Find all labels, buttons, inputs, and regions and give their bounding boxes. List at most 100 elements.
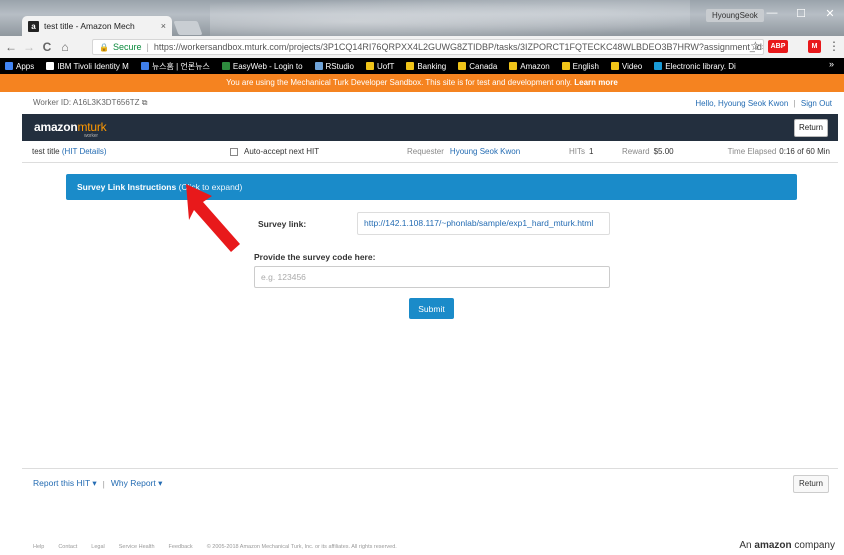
tab-close-icon[interactable]: ×	[161, 21, 166, 31]
requester: Requester Hyoung Seok Kwon	[407, 147, 521, 156]
learn-more-link[interactable]: Learn more	[574, 78, 618, 87]
bookmark-icon	[314, 62, 323, 70]
bookmark-label: Electronic library. Di	[665, 61, 736, 71]
lock-icon: 🔒	[99, 42, 109, 52]
bookmark-icon	[221, 62, 230, 70]
bookmark-label: Banking	[417, 61, 447, 71]
bookmark-item[interactable]: EasyWeb - Login to	[221, 62, 303, 71]
annotation-arrow-icon	[186, 184, 240, 252]
task-content: Survey Link Instructions (Click to expan…	[22, 163, 838, 468]
bookmark-icon	[458, 62, 467, 70]
new-tab-button[interactable]	[173, 21, 203, 35]
user-name-link[interactable]: Hyoung Seok Kwon	[718, 99, 788, 108]
bookmark-label: Amazon	[520, 61, 550, 71]
url-text: https://workersandbox.mturk.com/projects…	[153, 42, 764, 52]
bookmark-label: RStudio	[325, 61, 354, 71]
bookmark-label: Apps	[16, 61, 35, 71]
bookmark-item[interactable]: Video	[610, 61, 643, 71]
bookmark-item[interactable]: IBM Tivoli Identity M	[46, 62, 129, 71]
survey-code-input[interactable]	[254, 266, 610, 288]
reload-icon[interactable]: C	[40, 40, 54, 54]
bookmark-label: Video	[621, 61, 643, 71]
auto-accept: Auto-accept next HIT	[230, 147, 319, 156]
bookmark-label: Canada	[469, 61, 498, 71]
reward: Reward $5.00	[622, 147, 674, 156]
bookmarks-bar: Apps IBM Tivoli Identity M 뉴스홈 | 언론뉴스 EasyW…	[0, 58, 844, 74]
browser-tab[interactable]: a test title - Amazon Mech ×	[22, 16, 172, 36]
copy-icon[interactable]: ⧉	[142, 98, 148, 107]
hit-details-link[interactable]: (HIT Details)	[62, 147, 107, 156]
sandbox-banner: You are using the Mechanical Turk Develo…	[0, 74, 844, 92]
extension-m-icon[interactable]: M	[808, 40, 821, 53]
bookmark-item[interactable]: Banking	[406, 62, 446, 71]
hit-info-bar: test title (HIT Details) Auto-accept nex…	[22, 141, 838, 163]
footer-link: © 2005-2018 Amazon Mechanical Turk, Inc.…	[206, 544, 397, 550]
bookmark-label: English	[572, 61, 599, 71]
bookmark-icon	[5, 62, 13, 70]
home-icon[interactable]: ⌂	[58, 40, 72, 54]
sandbox-banner-text: You are using the Mechanical Turk Develo…	[226, 78, 572, 87]
bookmark-item[interactable]: English	[561, 61, 599, 71]
footer-link[interactable]: Legal	[91, 544, 104, 550]
auto-accept-checkbox[interactable]	[230, 147, 238, 156]
footer-link[interactable]: Contact	[58, 544, 77, 550]
amazon-company-logo: An amazon company	[739, 540, 835, 551]
return-button-top[interactable]: Return	[794, 119, 828, 137]
return-button-bottom[interactable]: Return	[793, 475, 829, 493]
greeting: Hello, Hyoung Seok Kwon | Sign Out	[695, 98, 832, 108]
forward-icon[interactable]: →	[22, 40, 36, 54]
tab-title: test title - Amazon Mech	[44, 21, 135, 31]
footer-link[interactable]: Feedback	[169, 544, 193, 550]
hit-title: test title (HIT Details)	[32, 147, 107, 156]
time-elapsed: Time Elapsed 0:16 of 60 Min	[727, 147, 830, 156]
footer-links: Help Contact Legal Service Health Feedback © …	[33, 544, 397, 550]
bookmark-icon	[561, 62, 570, 70]
instructions-title: Survey Link Instructions	[77, 182, 177, 192]
browser-menu-icon[interactable]: ⋮	[828, 39, 840, 53]
survey-code-label: Provide the survey code here:	[254, 252, 376, 262]
mturk-header: amazonmturk worker Return	[22, 114, 838, 141]
bookmark-icon	[610, 62, 619, 70]
bookmark-label: IBM Tivoli Identity M	[57, 61, 129, 71]
why-report-link[interactable]: Why Report ▾	[111, 478, 163, 489]
bookmark-item[interactable]: RStudio	[314, 61, 354, 71]
amazon-favicon-icon: a	[28, 20, 39, 32]
mturk-logo[interactable]: amazonmturk worker	[34, 120, 107, 139]
sign-out-link[interactable]: Sign Out	[801, 99, 832, 108]
survey-instructions-banner[interactable]: Survey Link Instructions (Click to expan…	[66, 174, 797, 200]
profile-button[interactable]: HyoungSeok	[706, 9, 764, 22]
back-icon[interactable]: ←	[4, 40, 18, 54]
minimize-icon[interactable]: —	[758, 3, 786, 23]
bookmark-icon	[654, 62, 663, 70]
bookmark-label: UofT	[377, 61, 395, 71]
secure-label: Secure	[112, 42, 142, 52]
close-window-icon[interactable]: ✕	[816, 3, 844, 23]
bookmark-label: 뉴스홈 | 언론뉴스	[151, 61, 210, 71]
bookmark-item[interactable]: Amazon	[509, 61, 550, 71]
footer-link[interactable]: Service Health	[119, 544, 155, 550]
hits-count: HITs 1	[569, 147, 594, 156]
bookmark-icon	[509, 62, 518, 70]
bookmark-icon	[406, 62, 415, 70]
report-hit-link[interactable]: Report this HIT ▾	[33, 478, 97, 489]
bookmark-star-icon[interactable]: ☆	[750, 39, 761, 53]
survey-link[interactable]: http://142.1.108.117/~phonlab/sample/exp…	[357, 212, 610, 235]
bookmarks-overflow-icon[interactable]: »	[829, 59, 834, 69]
worker-id: Worker ID: A16L3K3DT656TZ ⧉	[33, 98, 148, 107]
bookmark-item[interactable]: Canada	[458, 62, 497, 71]
worker-bar: Worker ID: A16L3K3DT656TZ ⧉ Hello, Hyoun…	[0, 92, 844, 114]
bookmark-icon	[366, 62, 374, 70]
address-bar: ← → C ⌂ 🔒 Secure | https://workersandbox…	[0, 36, 844, 58]
bookmark-item[interactable]: Electronic library. Di	[654, 62, 736, 71]
site-footer: Help Contact Legal Service Health Feedback © …	[0, 537, 844, 555]
adblock-extension-icon[interactable]: ABP	[768, 40, 788, 53]
url-input[interactable]: 🔒 Secure | https://workersandbox.mturk.c…	[92, 39, 764, 55]
task-footer: Report this HIT ▾ | Why Report ▾ Return	[22, 468, 838, 498]
bookmark-item[interactable]: 뉴스홈 | 언론뉴스	[140, 61, 210, 72]
bookmark-item[interactable]: Apps	[5, 62, 34, 71]
maximize-icon[interactable]: ☐	[787, 3, 815, 23]
submit-button[interactable]: Submit	[409, 298, 454, 319]
bookmark-item[interactable]: UofT	[366, 62, 394, 71]
footer-link[interactable]: Help	[33, 544, 44, 550]
requester-link[interactable]: Hyoung Seok Kwon	[450, 147, 520, 156]
